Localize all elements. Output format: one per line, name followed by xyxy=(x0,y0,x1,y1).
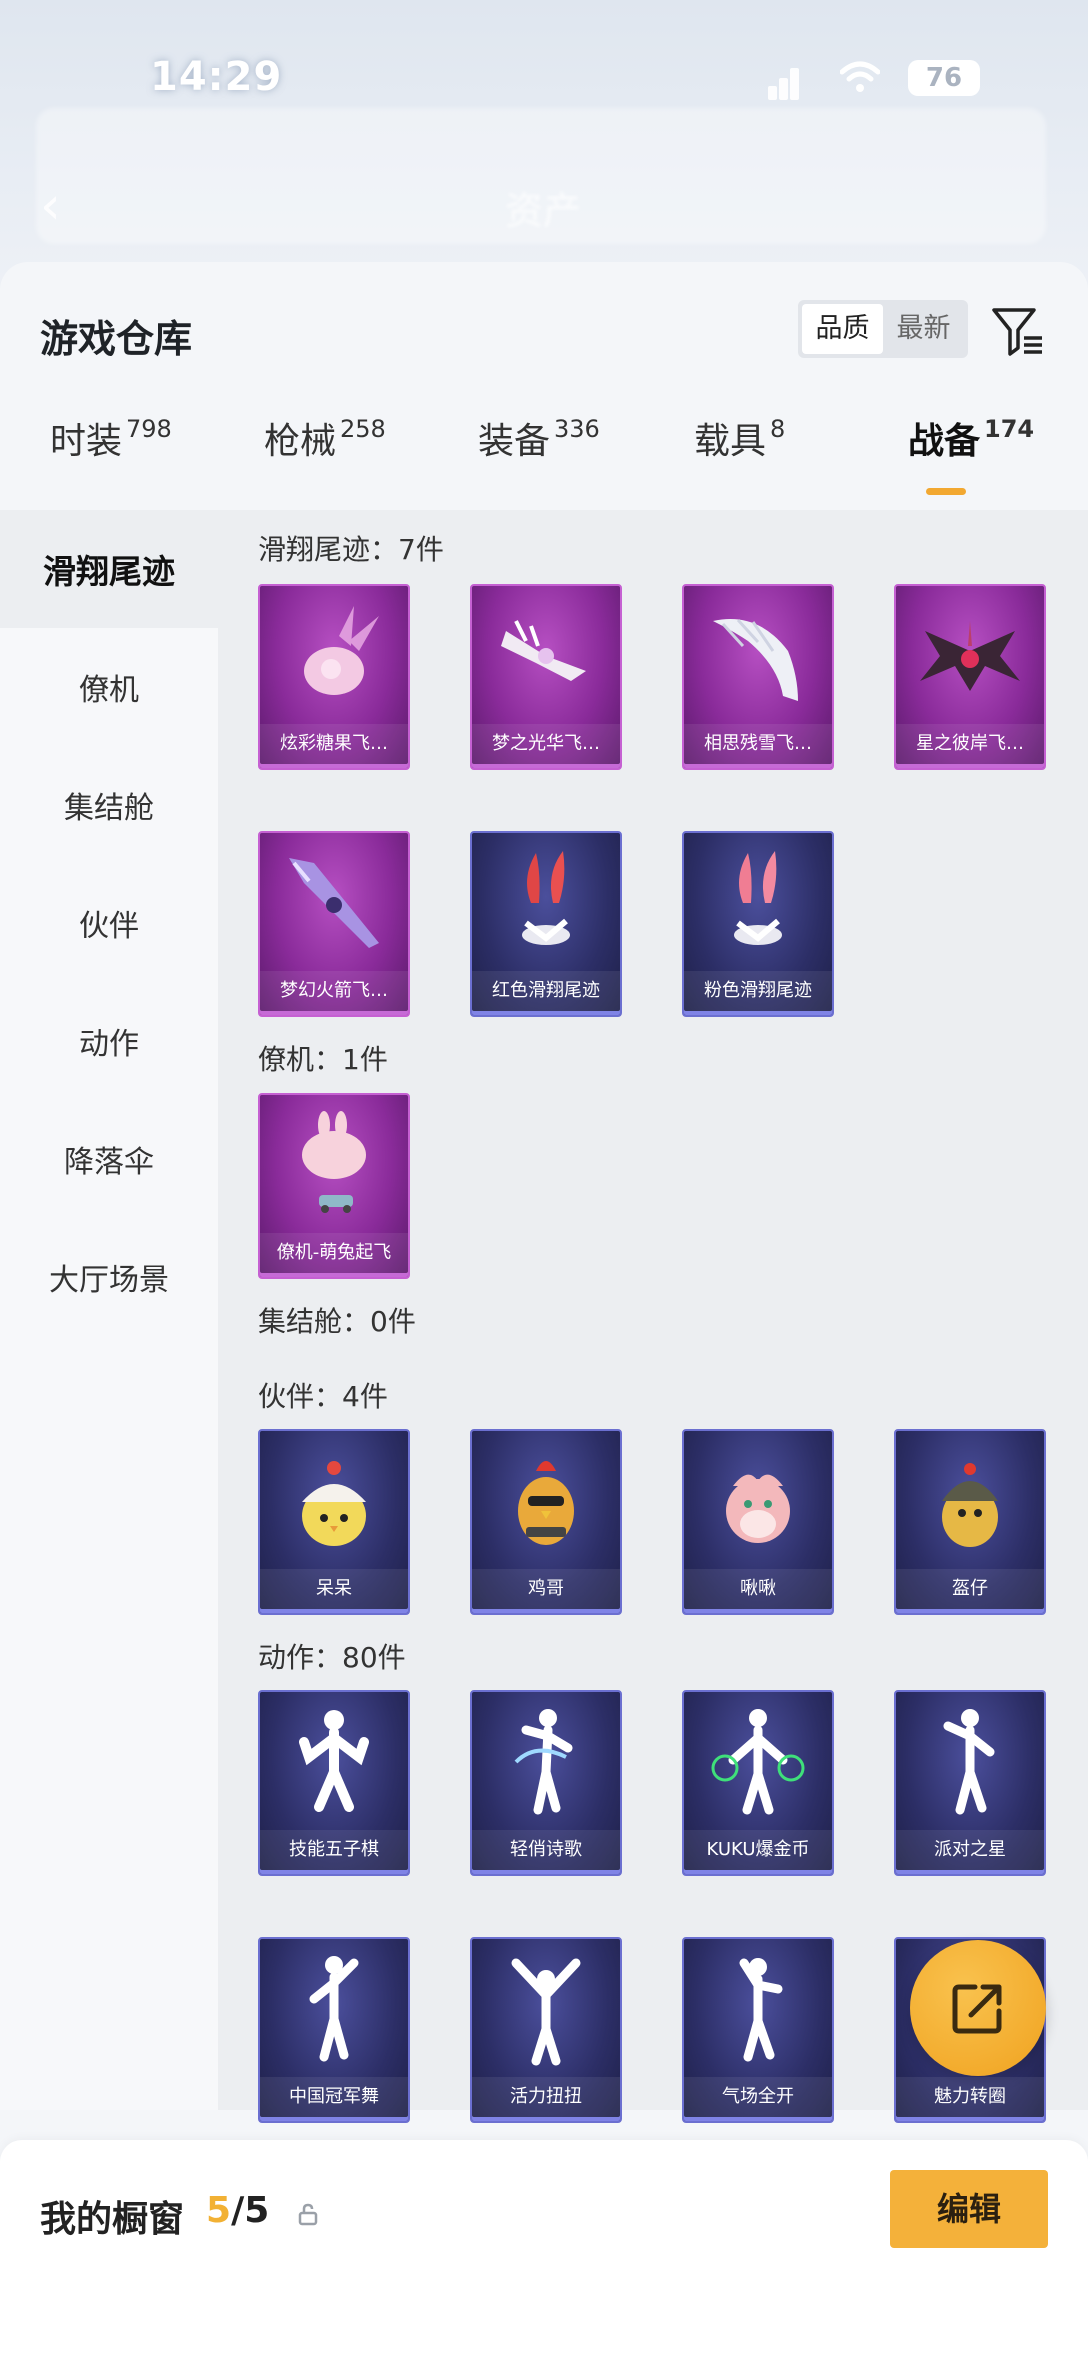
emote-figure-icon xyxy=(260,1692,408,1832)
item-name: 鸡哥 xyxy=(472,1569,620,1609)
sort-quality[interactable]: 品质 xyxy=(802,304,883,354)
section-glide-label: 滑翔尾迹：7件 xyxy=(258,533,444,566)
item-name: 盔仔 xyxy=(896,1569,1044,1609)
rocket-glider-icon xyxy=(260,833,408,973)
emote-figure-icon xyxy=(472,1692,620,1832)
item-name: 活力扭扭 xyxy=(472,2077,620,2117)
share-icon xyxy=(952,1984,1002,2034)
filter-icon[interactable] xyxy=(990,302,1046,358)
item-card[interactable]: 梦幻火箭飞… xyxy=(258,831,410,1017)
item-card[interactable]: 技能五子棋 xyxy=(258,1690,410,1876)
bunny-wingman-icon xyxy=(260,1095,408,1235)
helmet-chick-kuizai-icon xyxy=(896,1431,1044,1571)
item-name: 相思残雪飞… xyxy=(684,724,832,764)
item-name: 红色滑翔尾迹 xyxy=(472,971,620,1011)
showcase-count: 5/5 xyxy=(206,2190,270,2231)
section-emote-label: 动作：80件 xyxy=(258,1641,406,1674)
emote-figure-icon xyxy=(260,1939,408,2079)
active-tab-indicator xyxy=(926,488,966,495)
candy-glider-icon xyxy=(260,586,408,726)
item-name: 梦之光华飞… xyxy=(472,724,620,764)
sort-toggle: 品质 最新 xyxy=(798,300,968,358)
item-name: 僚机-萌兔起飞 xyxy=(260,1233,408,1273)
edit-button[interactable]: 编辑 xyxy=(890,2170,1048,2248)
item-card[interactable]: 红色滑翔尾迹 xyxy=(470,831,622,1017)
item-card[interactable]: 轻俏诗歌 xyxy=(470,1690,622,1876)
back-arrow-icon[interactable]: ‹ xyxy=(40,176,61,236)
background-header: 14:29 76 ‹ 资产 xyxy=(0,0,1088,300)
item-card[interactable]: 呆呆 xyxy=(258,1429,410,1615)
item-name: 中国冠军舞 xyxy=(260,2077,408,2117)
nav-lobby-scene[interactable]: 大厅场景 xyxy=(0,1218,218,1336)
section-wingman-label: 僚机：1件 xyxy=(258,1043,388,1076)
rooster-jige-icon xyxy=(472,1431,620,1571)
item-card[interactable]: 盔仔 xyxy=(894,1429,1046,1615)
star-glider-icon xyxy=(896,586,1044,726)
emote-figure-icon xyxy=(684,1939,832,2079)
showcase-title: 我的橱窗 xyxy=(40,2199,185,2240)
item-name: 派对之星 xyxy=(896,1830,1044,1870)
tab-vehicles[interactable]: 载具 8 xyxy=(694,412,785,464)
bird-jiujiu-icon xyxy=(684,1431,832,1571)
item-card[interactable]: 啾啾 xyxy=(682,1429,834,1615)
emote-figure-icon xyxy=(684,1692,832,1832)
tab-tactical[interactable]: 战备 174 xyxy=(908,412,1034,464)
item-card[interactable]: 炫彩糖果飞… xyxy=(258,584,410,770)
nav-glide-trail[interactable]: 滑翔尾迹 xyxy=(0,510,218,628)
item-card[interactable]: 活力扭扭 xyxy=(470,1937,622,2123)
snow-wing-glider-icon xyxy=(684,586,832,726)
item-name: KUKU爆金币 xyxy=(684,1830,832,1870)
section-partner-label: 伙伴：4件 xyxy=(258,1380,388,1413)
item-name: 轻俏诗歌 xyxy=(472,1830,620,1870)
item-name: 技能五子棋 xyxy=(260,1830,408,1870)
item-card[interactable]: 星之彼岸飞… xyxy=(894,584,1046,770)
section-capsule-label: 集结舱：0件 xyxy=(258,1305,416,1338)
item-name: 粉色滑翔尾迹 xyxy=(684,971,832,1011)
item-name: 星之彼岸飞… xyxy=(896,724,1044,764)
item-card[interactable]: 中国冠军舞 xyxy=(258,1937,410,2123)
item-name: 梦幻火箭飞… xyxy=(260,971,408,1011)
nav-parachute[interactable]: 降落伞 xyxy=(0,1100,218,1218)
item-card[interactable]: 梦之光华飞… xyxy=(470,584,622,770)
status-time: 14:29 xyxy=(150,54,283,100)
item-name: 啾啾 xyxy=(684,1569,832,1609)
item-name: 炫彩糖果飞… xyxy=(260,724,408,764)
nav-wingman[interactable]: 僚机 xyxy=(0,628,218,746)
item-name: 气场全开 xyxy=(684,2077,832,2117)
category-tabs: 时装 798 枪械 258 装备 336 载具 8 战备 174 xyxy=(0,412,1088,502)
subcategory-nav: 滑翔尾迹 僚机 集结舱 伙伴 动作 降落伞 大厅场景 xyxy=(0,510,218,2110)
battery-indicator: 76 xyxy=(908,60,980,96)
signal-icon xyxy=(768,64,799,100)
item-card[interactable]: 鸡哥 xyxy=(470,1429,622,1615)
dream-glider-icon xyxy=(472,586,620,726)
item-name: 呆呆 xyxy=(260,1569,408,1609)
tab-equipment[interactable]: 装备 336 xyxy=(478,412,600,464)
lock-icon xyxy=(296,2202,320,2226)
nav-partner[interactable]: 伙伴 xyxy=(0,864,218,982)
tab-weapons[interactable]: 枪械 258 xyxy=(264,412,386,464)
background-title: 资产 xyxy=(505,189,582,233)
sheet-title: 游戏仓库 xyxy=(40,317,193,361)
item-card[interactable]: KUKU爆金币 xyxy=(682,1690,834,1876)
share-fab-button[interactable] xyxy=(910,1940,1046,2076)
item-card[interactable]: 粉色滑翔尾迹 xyxy=(682,831,834,1017)
showcase-bar: 我的橱窗 5/5 编辑 xyxy=(0,2140,1088,2364)
tab-fashion[interactable]: 时装 798 xyxy=(50,412,172,464)
nav-emote[interactable]: 动作 xyxy=(0,982,218,1100)
nav-capsule[interactable]: 集结舱 xyxy=(0,746,218,864)
emote-figure-icon xyxy=(472,1939,620,2079)
item-card[interactable]: 气场全开 xyxy=(682,1937,834,2123)
wifi-icon xyxy=(839,58,881,104)
pink-smoke-trail-icon xyxy=(684,833,832,973)
chick-daidai-icon xyxy=(260,1431,408,1571)
sort-newest[interactable]: 最新 xyxy=(883,304,964,354)
emote-figure-icon xyxy=(896,1692,1044,1832)
red-smoke-trail-icon xyxy=(472,833,620,973)
item-card[interactable]: 僚机-萌兔起飞 xyxy=(258,1093,410,1279)
item-card[interactable]: 派对之星 xyxy=(894,1690,1046,1876)
item-card[interactable]: 相思残雪飞… xyxy=(682,584,834,770)
item-name: 魅力转圈 xyxy=(896,2077,1044,2117)
